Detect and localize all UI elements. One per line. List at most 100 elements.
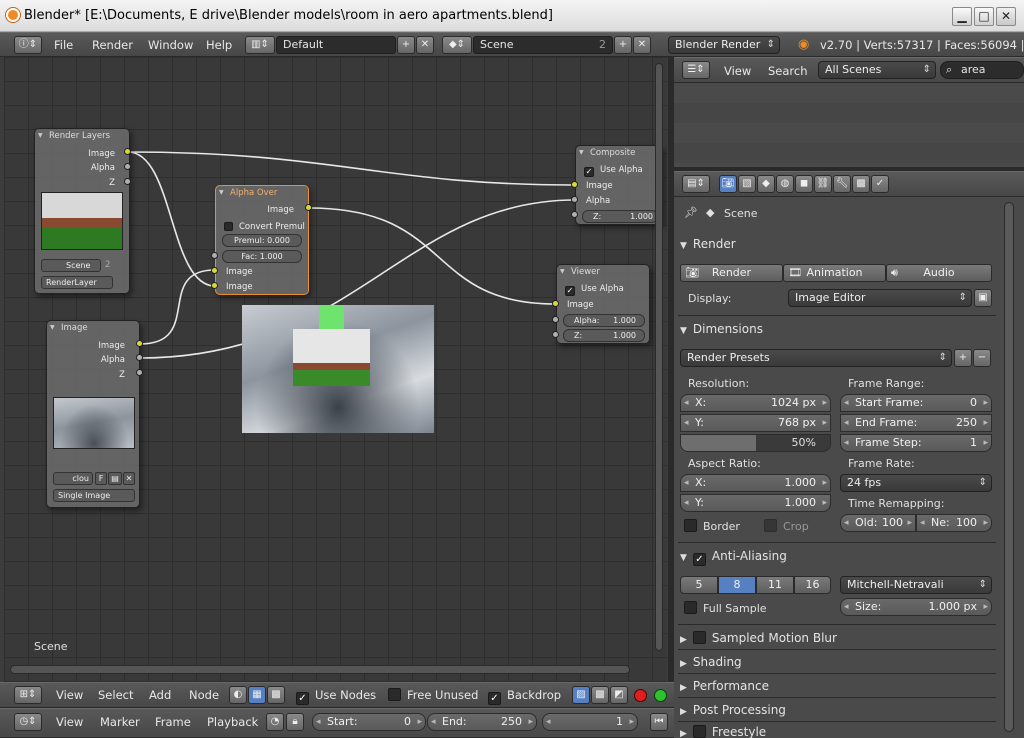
socket-comp-image[interactable] bbox=[571, 181, 578, 188]
editor-type-timeline-icon[interactable]: ◷⇕ bbox=[14, 713, 42, 731]
socket-ao-output[interactable] bbox=[305, 204, 312, 211]
crop-checkbox[interactable]: Crop bbox=[764, 519, 809, 533]
use-nodes-checkbox[interactable]: ✓ Use Nodes bbox=[296, 683, 376, 707]
display-select[interactable]: Image Editor bbox=[788, 289, 972, 307]
render-layer-select[interactable]: RenderLayer bbox=[41, 276, 113, 289]
render-layers-tab-icon[interactable]: ▧ bbox=[738, 175, 756, 193]
minimize-button[interactable]: ▁ bbox=[952, 7, 972, 26]
scene-add-icon[interactable]: + bbox=[614, 36, 632, 54]
outliner-search-input[interactable]: ⌕ area bbox=[940, 61, 1024, 79]
constraints-tab-icon[interactable]: ⛓︎ bbox=[814, 175, 832, 193]
fac-field[interactable]: Fac: 1.000 bbox=[222, 250, 302, 263]
border-checkbox[interactable]: Border bbox=[684, 519, 740, 533]
compositing-nodes-icon[interactable]: ▦ bbox=[248, 686, 266, 704]
editor-type-properties-icon[interactable]: ▤⇕ bbox=[682, 175, 710, 193]
preset-remove-icon[interactable]: − bbox=[973, 349, 991, 367]
z-field[interactable]: Z: 1.000 bbox=[563, 329, 645, 342]
node-editor-canvas[interactable]: Render Layers Image Alpha Z Scene 2 Rend… bbox=[4, 57, 667, 682]
node-image[interactable]: Image Image Alpha Z clou F ▤ ✕ Single Im… bbox=[46, 320, 140, 508]
socket-comp-alpha[interactable] bbox=[571, 196, 578, 203]
aa-samples-8[interactable]: 8 bbox=[718, 576, 756, 594]
backdrop-checkbox[interactable]: ✓ Backdrop bbox=[488, 683, 561, 707]
image-name-field[interactable]: clou bbox=[53, 472, 93, 485]
unlink-image-icon[interactable]: ✕ bbox=[123, 472, 135, 485]
layout-remove-icon[interactable]: ✕ bbox=[416, 36, 434, 54]
menu-playback[interactable]: Playback bbox=[207, 710, 258, 734]
resolution-y-field[interactable]: Y:768 px bbox=[680, 414, 831, 432]
sampled-motion-blur-panel-header[interactable]: ▶ Sampled Motion Blur bbox=[680, 627, 837, 649]
image-source-select[interactable]: Single Image bbox=[53, 489, 135, 502]
open-image-icon[interactable]: ▤ bbox=[108, 472, 122, 485]
backdrop-alpha-icon[interactable]: ▩ bbox=[591, 686, 609, 704]
post-processing-panel-header[interactable]: ▶ Post Processing bbox=[680, 699, 786, 721]
render-presets-select[interactable]: Render Presets bbox=[680, 349, 952, 367]
texture-tab-icon[interactable]: ▩ bbox=[852, 175, 870, 193]
shading-panel-header[interactable]: ▶ Shading bbox=[680, 651, 742, 673]
scene-field[interactable]: Scene 2 bbox=[473, 36, 613, 54]
menu-help[interactable]: Help bbox=[206, 33, 232, 57]
menu-marker[interactable]: Marker bbox=[100, 710, 140, 734]
properties-scrollbar[interactable] bbox=[1004, 202, 1014, 732]
menu-view[interactable]: View bbox=[56, 683, 83, 707]
node-composite[interactable]: Composite ✓Use Alpha Image Alpha Z:1.000 bbox=[575, 145, 663, 225]
convert-premul-checkbox[interactable]: Convert Premul bbox=[224, 222, 305, 232]
animation-button[interactable]: 🎞︎ Animation bbox=[783, 264, 886, 282]
start-frame-field[interactable]: Start Frame:0 bbox=[840, 394, 992, 412]
socket-viewer-alpha[interactable] bbox=[552, 316, 559, 323]
world-tab-icon[interactable]: ◍ bbox=[776, 175, 794, 193]
use-alpha-checkbox[interactable]: ✓ Use Alpha bbox=[584, 165, 643, 177]
node-render-layers[interactable]: Render Layers Image Alpha Z Scene 2 Rend… bbox=[34, 128, 130, 294]
socket-img-z[interactable] bbox=[136, 369, 143, 376]
layout-field[interactable]: Default bbox=[276, 36, 396, 54]
lock-interface-icon[interactable]: ▣ bbox=[974, 289, 992, 307]
menu-frame[interactable]: Frame bbox=[155, 710, 191, 734]
close-button[interactable]: ✕ bbox=[996, 7, 1016, 26]
render-layer-scene-field[interactable]: Scene bbox=[41, 259, 101, 272]
menu-render[interactable]: Render bbox=[92, 33, 133, 57]
aa-samples-11[interactable]: 11 bbox=[756, 576, 794, 594]
end-frame-field[interactable]: End Frame:250 bbox=[840, 414, 992, 432]
anti-aliasing-checkbox[interactable]: ✓ bbox=[692, 553, 706, 566]
aspect-x-field[interactable]: X:1.000 bbox=[680, 474, 831, 492]
vertical-scrollbar[interactable] bbox=[655, 63, 663, 651]
anti-aliasing-panel-header[interactable]: ▼ ✓ Anti-Aliasing bbox=[680, 545, 787, 567]
backdrop-rgb-icon[interactable]: ▨ bbox=[572, 686, 590, 704]
render-panel-header[interactable]: ▼ Render bbox=[680, 233, 736, 255]
socket-img-image[interactable] bbox=[136, 340, 143, 347]
horizontal-scrollbar[interactable] bbox=[10, 665, 630, 674]
full-sample-checkbox[interactable]: Full Sample bbox=[684, 601, 767, 615]
outliner-list[interactable] bbox=[674, 83, 1024, 167]
socket-ao-fac[interactable] bbox=[211, 252, 218, 259]
menu-search[interactable]: Search bbox=[768, 59, 808, 83]
scene-icon[interactable]: ◆⇕ bbox=[442, 36, 472, 54]
auto-keyframe-icon[interactable]: ◔ bbox=[266, 713, 284, 731]
menu-select[interactable]: Select bbox=[98, 683, 133, 707]
texture-nodes-icon[interactable]: ▩ bbox=[267, 686, 285, 704]
aspect-y-field[interactable]: Y:1.000 bbox=[680, 494, 831, 512]
socket-rl-image[interactable] bbox=[124, 148, 131, 155]
freestyle-checkbox[interactable] bbox=[692, 725, 706, 738]
current-frame-field[interactable]: 1 bbox=[542, 713, 638, 731]
audio-button[interactable]: 🔊︎ Audio bbox=[886, 264, 992, 282]
scene-remove-icon[interactable]: ✕ bbox=[633, 36, 651, 54]
red-channel-icon[interactable] bbox=[634, 689, 647, 702]
render-tab-icon[interactable]: 📷︎ bbox=[719, 175, 737, 193]
layout-add-icon[interactable]: + bbox=[397, 36, 415, 54]
menu-window[interactable]: Window bbox=[148, 33, 193, 57]
motion-blur-checkbox[interactable] bbox=[692, 631, 706, 644]
menu-node[interactable]: Node bbox=[189, 683, 219, 707]
scene-tab-icon[interactable]: ◆ bbox=[757, 175, 775, 193]
object-tab-icon[interactable]: ◼ bbox=[795, 175, 813, 193]
render-button[interactable]: 📷︎ Render bbox=[680, 264, 783, 282]
lock-icon[interactable]: 🔒︎ bbox=[286, 713, 304, 731]
preset-add-icon[interactable]: + bbox=[954, 349, 972, 367]
node-viewer[interactable]: Viewer ✓Use Alpha Image Alpha:1.000 Z:1.… bbox=[556, 264, 650, 344]
resolution-x-field[interactable]: X:1024 px bbox=[680, 394, 831, 412]
editor-type-info-icon[interactable]: ⓘ⇕ bbox=[14, 36, 42, 54]
editor-type-outliner-icon[interactable]: ☰⇕ bbox=[682, 61, 710, 79]
freestyle-panel-header[interactable]: ▶ Freestyle bbox=[680, 723, 766, 738]
aa-filter-select[interactable]: Mitchell-Netravali bbox=[840, 576, 992, 594]
frame-step-field[interactable]: Frame Step:1 bbox=[840, 434, 992, 452]
socket-comp-z[interactable] bbox=[571, 211, 578, 218]
aa-samples-16[interactable]: 16 bbox=[794, 576, 831, 594]
